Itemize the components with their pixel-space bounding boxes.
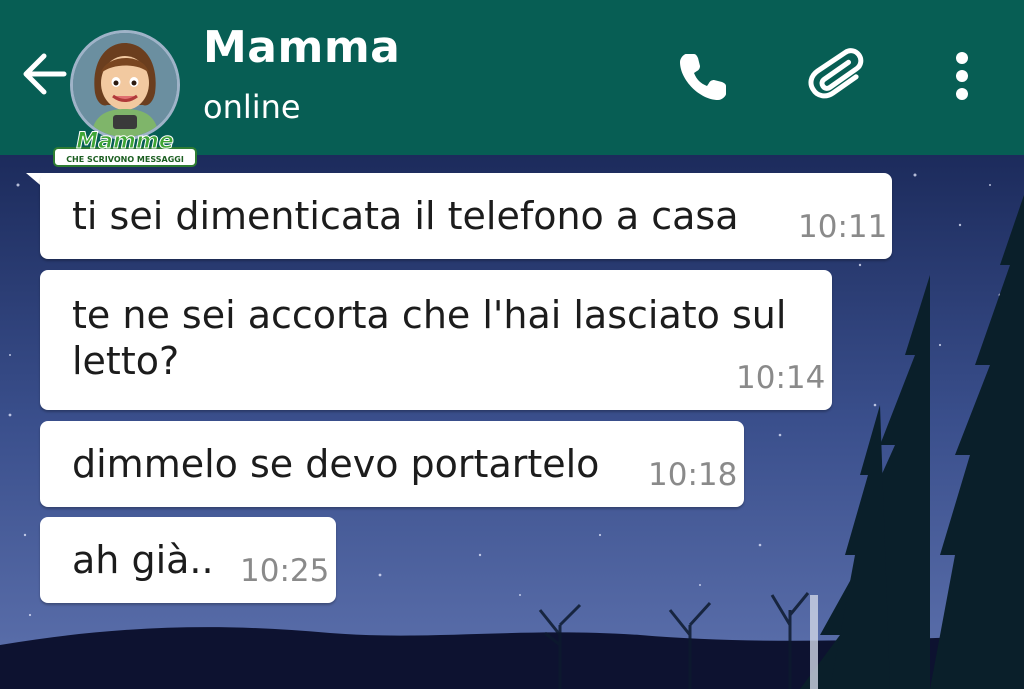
message-bubble[interactable]: ah già.. 10:25: [40, 517, 336, 603]
avatar-image: [73, 33, 177, 137]
message-bubble[interactable]: te ne sei accorta che l'hai lasciato sul…: [40, 270, 832, 410]
svg-text:Mamme: Mamme: [76, 129, 174, 154]
message-time: 10:14: [736, 360, 826, 396]
message-text: dimmelo se devo portartelo: [72, 442, 600, 486]
message-bubble[interactable]: ti sei dimenticata il telefono a casa 10…: [40, 173, 892, 259]
message-text: te ne sei accorta che l'hai lasciato sul…: [72, 293, 787, 383]
avatar-frame: [70, 30, 180, 140]
more-vertical-icon[interactable]: [930, 44, 994, 108]
arrow-left-icon[interactable]: [18, 48, 70, 100]
message-bubble[interactable]: dimmelo se devo portartelo 10:18: [40, 421, 744, 507]
message-text: ah già..: [72, 538, 214, 582]
chat-screen: Mamme CHE SCRIVONO MESSAGGI Mamma online…: [0, 0, 1024, 689]
mamme-logo: Mamme CHE SCRIVONO MESSAGGI: [53, 129, 197, 167]
contact-status: online: [203, 88, 301, 126]
paperclip-icon[interactable]: [808, 44, 872, 108]
message-time: 10:18: [648, 457, 738, 493]
chat-header: Mamme CHE SCRIVONO MESSAGGI Mamma online: [0, 0, 1024, 167]
message-time: 10:11: [798, 209, 888, 245]
message-text: ti sei dimenticata il telefono a casa: [72, 194, 739, 238]
contact-name[interactable]: Mamma: [203, 22, 400, 73]
svg-text:CHE SCRIVONO MESSAGGI: CHE SCRIVONO MESSAGGI: [66, 155, 184, 164]
phone-icon[interactable]: [672, 44, 736, 108]
message-time: 10:25: [240, 553, 330, 589]
